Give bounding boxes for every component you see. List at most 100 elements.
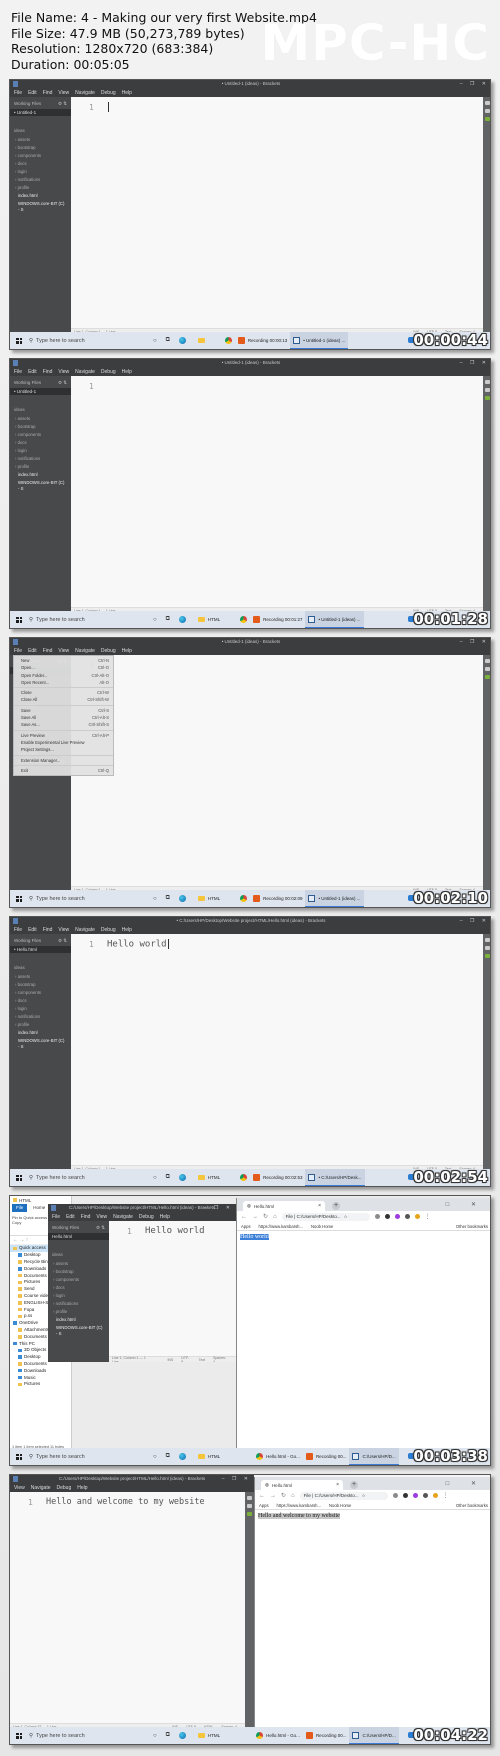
menu-file[interactable]: File (14, 648, 22, 654)
tree-folder[interactable]: › notifications (10, 1013, 71, 1021)
new-tab-button[interactable]: + (350, 1481, 358, 1489)
home-icon[interactable]: ⌂ (291, 1493, 295, 1499)
tree-folder[interactable]: › assets (10, 973, 71, 981)
extension-icon[interactable] (374, 1214, 380, 1219)
code-line[interactable]: Hello and welcome to my website (46, 1497, 205, 1507)
cortana-icon[interactable]: ○ (153, 338, 157, 344)
menu-find[interactable]: Find (81, 1214, 91, 1220)
taskbar-recorder[interactable]: Recording 00:02:53 (250, 1169, 305, 1186)
code-editor[interactable]: 1 (71, 655, 483, 886)
extension-icon[interactable] (394, 1214, 400, 1219)
menu-navigate[interactable]: Navigate (75, 369, 95, 375)
extension-icon[interactable] (485, 117, 490, 121)
menu-file[interactable]: File (14, 927, 22, 933)
menu-navigate[interactable]: Navigate (113, 1214, 133, 1220)
taskbar-search-box[interactable]: ⚲ Type here to search (29, 617, 129, 623)
extension-icon[interactable] (384, 1214, 390, 1219)
gear-icon[interactable]: ⚙ ⇅ (58, 101, 67, 107)
menu-navigate[interactable]: Navigate (75, 648, 95, 654)
menu-navigate[interactable]: Navigate (31, 1485, 51, 1491)
menu-file[interactable]: File (52, 1214, 60, 1220)
menu-view[interactable]: View (58, 90, 69, 96)
task-view-icon[interactable]: ⧉ (166, 1453, 170, 1460)
taskbar-recorder[interactable]: Recording 00:00:13 (235, 332, 290, 349)
bookmark-item[interactable]: https://www.kambarsh... (277, 1503, 321, 1508)
browser-tab[interactable]: ◍ Hello.html × (261, 1480, 343, 1490)
bookmark-item[interactable]: Apps (241, 1224, 251, 1229)
bookmark-item[interactable]: Apps (259, 1503, 269, 1508)
window-controls[interactable]: – ❐ ✕ (460, 360, 489, 366)
menu-debug[interactable]: Debug (56, 1485, 71, 1491)
menu-view[interactable]: View (14, 1485, 25, 1491)
menu-find[interactable]: Find (43, 90, 53, 96)
taskbar-search-box[interactable]: ⚲ Type here to search (29, 1733, 129, 1739)
tree-folder[interactable]: › login (10, 1005, 71, 1013)
tree-folder[interactable]: › login (10, 168, 71, 176)
windows-start-icon[interactable] (16, 616, 22, 623)
code-editor[interactable]: 1 Hello world (109, 1221, 236, 1356)
tree-folder[interactable]: › assets (48, 1260, 109, 1268)
working-file-active[interactable]: • Untitled-1 (10, 388, 71, 395)
tree-folder[interactable]: › profile (10, 1021, 71, 1029)
menu-debug[interactable]: Debug (101, 648, 116, 654)
extension-icon[interactable] (414, 1214, 420, 1219)
file-menu-item[interactable]: Project Settings... (14, 746, 113, 753)
reload-icon[interactable]: ↻ (263, 1213, 268, 1220)
close-tab-icon[interactable]: × (318, 1203, 321, 1209)
menu-file[interactable]: File (14, 90, 22, 96)
menu-debug[interactable]: Debug (101, 90, 116, 96)
code-line[interactable] (107, 102, 109, 113)
extension-manager-icon[interactable] (485, 667, 490, 671)
tree-folder[interactable]: › profile (10, 463, 71, 471)
file-menu-item[interactable]: Extension Manager... (14, 757, 113, 764)
tree-folder[interactable]: › docs (48, 1284, 109, 1292)
menu-edit[interactable]: Edit (28, 927, 37, 933)
taskbar-brackets[interactable]: • C:/Users/HP/Desk... (305, 1169, 365, 1186)
file-menu-item[interactable]: Open... Ctrl-O (14, 664, 113, 671)
task-view-icon[interactable]: ⧉ (166, 895, 170, 902)
file-menu-item[interactable]: Save Ctrl-S (14, 707, 113, 714)
menu-view[interactable]: View (58, 927, 69, 933)
taskbar-brackets[interactable]: C:/Users/HP/D... (349, 1448, 399, 1465)
tree-file[interactable]: WINDOWS.core-BIT (C) - S (48, 1324, 109, 1338)
ribbon-tab[interactable]: Home (29, 1204, 49, 1212)
taskbar-recorder[interactable]: Recording 00... (303, 1727, 350, 1744)
menu-edit[interactable]: Edit (28, 90, 37, 96)
back-icon[interactable]: ← (241, 1214, 247, 1220)
code-editor[interactable]: 1 Hello and welcome to my website (10, 1492, 245, 1723)
code-editor[interactable]: 1 Hello world (71, 934, 483, 1165)
window-controls[interactable]: – ❐ ✕ (460, 81, 489, 87)
extension-icon[interactable] (485, 675, 490, 679)
bookmark-item[interactable]: Noob Home (311, 1224, 333, 1229)
menu-navigate[interactable]: Navigate (75, 927, 95, 933)
taskbar-chrome[interactable] (237, 890, 250, 907)
windows-start-icon[interactable] (16, 337, 22, 344)
taskbar-file-explorer[interactable]: HTML (195, 1448, 223, 1465)
tree-folder[interactable]: › bootstrap (48, 1268, 109, 1276)
file-menu-item[interactable]: Save As... Ctrl-Shift-S (14, 721, 113, 728)
edge-icon[interactable] (178, 1453, 186, 1460)
menu-edit[interactable]: Edit (66, 1214, 75, 1220)
taskbar-file-explorer[interactable] (195, 332, 208, 349)
tree-file[interactable]: index.html (10, 192, 71, 200)
taskbar-chrome[interactable] (222, 332, 235, 349)
browser-tab[interactable]: ◍ Hello.html × (243, 1201, 325, 1211)
taskbar-chrome[interactable] (237, 611, 250, 628)
menu-help[interactable]: Help (160, 1214, 170, 1220)
code-line[interactable]: Hello world (145, 1226, 205, 1236)
cortana-icon[interactable]: ○ (153, 1175, 157, 1181)
live-preview-icon[interactable] (485, 101, 490, 105)
taskbar-brackets[interactable]: • Untitled-1 (ideas) ... (290, 332, 349, 349)
gear-icon[interactable]: ⚙ ⇅ (58, 938, 67, 944)
extension-icon[interactable] (485, 396, 490, 400)
tree-file[interactable]: index.html (48, 1316, 109, 1324)
close-tab-icon[interactable]: × (336, 1482, 339, 1488)
window-controls[interactable]: – ❐ ✕ (460, 918, 489, 924)
taskbar-recorder[interactable]: Recording 00... (303, 1448, 350, 1465)
code-editor[interactable]: 1 (71, 376, 483, 607)
code-line[interactable]: Hello world (107, 939, 169, 950)
edge-icon[interactable] (178, 616, 186, 623)
extension-manager-icon[interactable] (485, 109, 490, 113)
page-content[interactable]: Hello world (237, 1231, 490, 1243)
menu-help[interactable]: Help (77, 1485, 87, 1491)
